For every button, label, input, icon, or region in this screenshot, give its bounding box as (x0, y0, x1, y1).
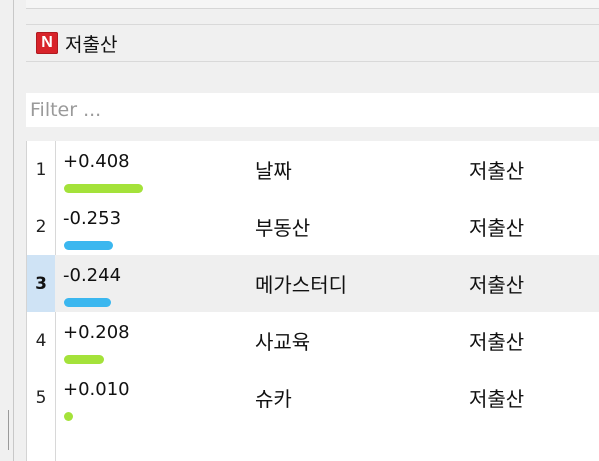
keyword-header: N 저출산 (26, 24, 599, 62)
score-bar (64, 412, 73, 421)
row-index: 1 (35, 159, 47, 180)
keyword-title: 저출산 (65, 33, 118, 56)
top-pane-edge (26, 0, 599, 9)
term-label: 슈카 (255, 387, 292, 411)
splitter-handle[interactable] (8, 410, 9, 450)
left-panel-frame (0, 0, 14, 461)
score-bar (64, 355, 104, 364)
score-value: +0.010 (63, 379, 130, 400)
term-label: 부동산 (255, 216, 311, 240)
score-value: +0.408 (63, 151, 130, 172)
row-index: 4 (35, 330, 47, 351)
row-index: 3 (27, 255, 55, 312)
naver-n-icon: N (36, 32, 58, 54)
score-bar (64, 298, 111, 307)
query-label: 저출산 (469, 387, 525, 411)
row-index: 2 (35, 216, 47, 237)
score-value: -0.253 (63, 208, 122, 229)
related-terms-list: 1 +0.408 날짜 저출산 2 -0.253 부동산 저출산 3 -0.24… (26, 141, 599, 461)
term-label: 메가스터디 (255, 273, 347, 297)
term-label: 사교육 (255, 330, 311, 354)
score-bar (64, 184, 143, 193)
score-bar (64, 241, 113, 250)
query-label: 저출산 (469, 273, 525, 297)
query-label: 저출산 (469, 216, 525, 240)
list-item-selected[interactable]: 3 -0.244 메가스터디 저출산 (27, 255, 599, 312)
row-index: 5 (35, 387, 47, 408)
score-value: +0.208 (63, 322, 130, 343)
list-item[interactable]: 4 +0.208 사교육 저출산 (27, 312, 599, 369)
term-label: 날짜 (255, 159, 292, 183)
list-item[interactable]: 5 +0.010 슈카 저출산 (27, 369, 599, 426)
query-label: 저출산 (469, 330, 525, 354)
list-item[interactable]: 1 +0.408 날짜 저출산 (27, 141, 599, 198)
query-label: 저출산 (469, 159, 525, 183)
list-item[interactable]: 2 -0.253 부동산 저출산 (27, 198, 599, 255)
score-value: -0.244 (63, 265, 122, 286)
filter-input[interactable] (26, 93, 599, 127)
